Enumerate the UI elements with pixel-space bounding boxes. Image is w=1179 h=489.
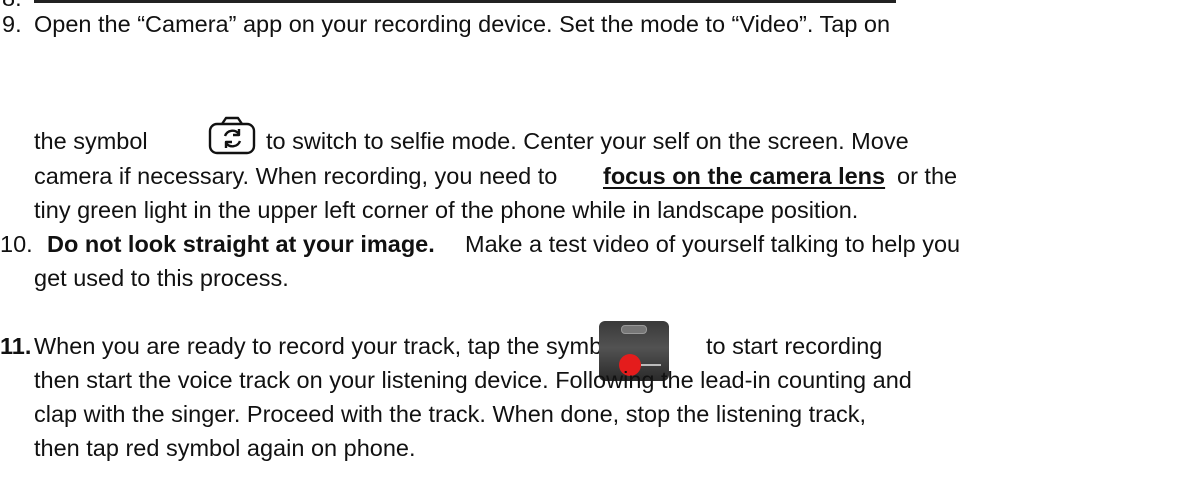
item-10-number: 10. xyxy=(0,231,33,257)
item-9-number: 9. xyxy=(2,11,22,37)
item-11-text-1b: to start recording xyxy=(706,333,883,359)
item-11-text-3: clap with the singer. Proceed with the t… xyxy=(34,401,867,427)
item-9-text-3a: camera if necessary. When recording, you… xyxy=(34,163,558,189)
item-9-emphasis-lens: focus on the camera lens xyxy=(603,163,886,189)
item-11-text-2: then start the voice track on your liste… xyxy=(34,367,912,393)
item-8-underline xyxy=(34,0,896,3)
phone-camera-lens xyxy=(621,325,647,334)
item-10-text-2: get used to this process. xyxy=(34,265,289,291)
item-9-text-3b: or the xyxy=(897,163,958,189)
item-9-text-4: tiny green light in the upper left corne… xyxy=(34,197,859,223)
item-11-text-1a: When you are ready to record your track,… xyxy=(34,333,621,359)
item-10-emphasis: Do not look straight at your image. xyxy=(47,231,435,257)
item-11-text-4: then tap red symbol again on phone. xyxy=(34,435,416,461)
item-9-text-2a: the symbol xyxy=(34,128,148,154)
item-9-text-1: Open the “Camera” app on your recording … xyxy=(34,11,891,37)
item-9-text-2b: to switch to selfie mode. Center your se… xyxy=(266,128,909,154)
switch-camera-icon xyxy=(208,116,256,155)
item-10-text-1: Make a test video of yourself talking to… xyxy=(465,231,961,257)
item-11-number: 11. xyxy=(0,333,32,359)
